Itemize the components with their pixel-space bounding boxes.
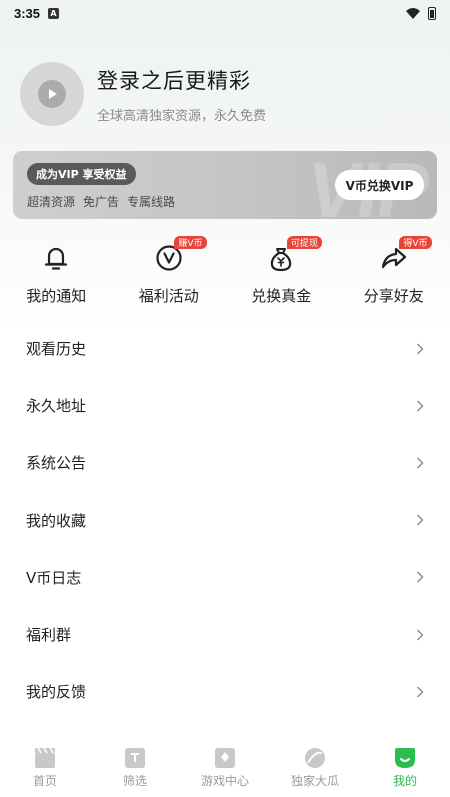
profile-icon — [395, 748, 415, 768]
tab-filter[interactable]: 筛选 — [90, 740, 180, 797]
menu-item-feedback[interactable]: 我的反馈 — [0, 663, 450, 720]
withdrawable-tag: 可提现 — [286, 236, 322, 249]
notification-app-icon: A — [48, 7, 60, 19]
tab-label: 筛选 — [122, 774, 147, 788]
filter-icon — [125, 748, 145, 768]
profile-header[interactable]: 登录之后更精彩 全球高清独家资源，永久免费 — [20, 62, 266, 126]
menu-item-label: 观看历史 — [26, 340, 87, 359]
menu-item-label: 永久地址 — [26, 397, 87, 416]
menu-item-label: 系统公告 — [26, 454, 87, 473]
menu-item-favorites[interactable]: 我的收藏 — [0, 492, 450, 549]
avatar[interactable] — [20, 62, 84, 126]
quick-action-redeem-cash[interactable]: 可提现 兑换真金 — [225, 236, 338, 310]
vip-features: 超清资源 免广告 专属线路 — [27, 193, 175, 210]
chevron-right-icon — [417, 514, 424, 526]
vip-feature: 专属线路 — [127, 195, 176, 209]
vip-card[interactable]: VIP 成为VIP 享受权益 超清资源 免广告 专属线路 V币兑换VIP — [13, 151, 437, 219]
menu-item-label: V币日志 — [26, 568, 82, 587]
vip-feature: 免广告 — [83, 195, 120, 209]
vcoin-exchange-vip-button[interactable]: V币兑换VIP — [335, 170, 424, 200]
chevron-right-icon — [417, 686, 424, 698]
bottom-tab-bar: 首页 筛选 游戏中心 独家大瓜 我的 — [0, 740, 450, 797]
quick-action-label: 我的通知 — [26, 287, 87, 305]
tab-label: 游戏中心 — [200, 774, 249, 788]
melon-icon — [305, 748, 325, 768]
quick-action-share[interactable]: 得V币 分享好友 — [338, 236, 450, 310]
vip-badge: 成为VIP 享受权益 — [27, 163, 136, 185]
menu-item-vcoin-log[interactable]: V币日志 — [0, 549, 450, 606]
tab-mine[interactable]: 我的 — [360, 740, 450, 797]
clapperboard-icon — [35, 747, 55, 768]
quick-action-label: 分享好友 — [363, 287, 424, 305]
quick-action-label: 兑换真金 — [251, 287, 312, 305]
chevron-right-icon — [417, 400, 424, 412]
status-bar: 3:35 A — [0, 0, 450, 26]
menu-item-announcements[interactable]: 系统公告 — [0, 434, 450, 491]
menu-item-welfare-group[interactable]: 福利群 — [0, 606, 450, 663]
get-vcoin-tag: 得V币 — [399, 236, 432, 249]
tab-exclusive-gossip[interactable]: 独家大瓜 — [270, 740, 360, 797]
menu-list: 观看历史 永久地址 系统公告 我的收藏 V币日志 福利群 我的反馈 — [0, 320, 450, 720]
chevron-right-icon — [417, 629, 424, 641]
quick-action-welfare[interactable]: 赚V币 福利活动 — [113, 236, 226, 310]
tab-game-center[interactable]: 游戏中心 — [180, 740, 270, 797]
menu-item-watch-history[interactable]: 观看历史 — [0, 320, 450, 377]
chevron-right-icon — [417, 343, 424, 355]
menu-item-label: 福利群 — [26, 626, 72, 645]
menu-item-permanent-address[interactable]: 永久地址 — [0, 377, 450, 434]
tab-label: 首页 — [32, 774, 57, 788]
login-subtitle: 全球高清独家资源，永久免费 — [97, 108, 267, 124]
battery-icon — [428, 6, 436, 20]
wifi-icon — [406, 7, 420, 19]
menu-item-label: 我的收藏 — [26, 511, 87, 530]
vip-feature: 超清资源 — [27, 195, 76, 209]
tab-label: 我的 — [392, 774, 417, 788]
menu-item-label: 我的反馈 — [26, 683, 87, 702]
chevron-right-icon — [417, 571, 424, 583]
tab-home[interactable]: 首页 — [0, 740, 90, 797]
quick-actions: 我的通知 赚V币 福利活动 可提现 兑换真金 得V币 分享好友 — [0, 236, 450, 310]
tab-label: 独家大瓜 — [290, 774, 339, 788]
quick-action-notifications[interactable]: 我的通知 — [0, 236, 113, 310]
game-card-icon — [215, 748, 235, 768]
login-title[interactable]: 登录之后更精彩 — [97, 65, 266, 95]
status-time: 3:35 — [14, 5, 41, 21]
bell-icon — [45, 247, 68, 270]
earn-vcoin-tag: 赚V币 — [174, 236, 207, 249]
chevron-right-icon — [417, 457, 424, 469]
quick-action-label: 福利活动 — [138, 287, 199, 305]
play-icon — [38, 80, 66, 108]
